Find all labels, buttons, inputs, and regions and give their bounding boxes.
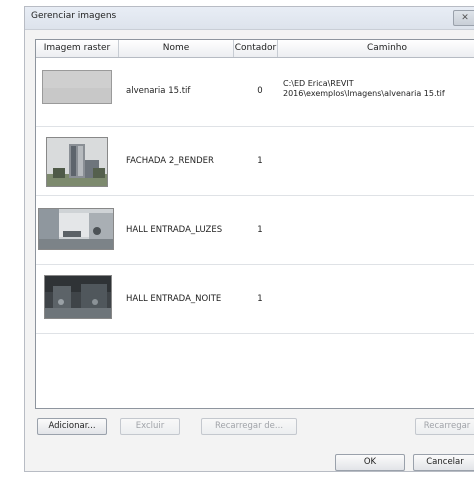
table-header: Imagem raster Nome Contador Caminho	[36, 40, 474, 58]
cancel-button[interactable]: Cancelar	[413, 454, 474, 471]
add-button[interactable]: Adicionar...	[37, 418, 107, 435]
title-bar: Gerenciar imagens ✕	[25, 7, 474, 30]
lit-hall-thumbnail	[38, 208, 114, 250]
image-path: C:\ED Erica\REVIT 2016\exemplos\Imagens\…	[283, 79, 445, 98]
night-hall-thumbnail	[44, 275, 112, 319]
delete-button[interactable]: Excluir	[120, 418, 180, 435]
reload-button[interactable]: Recarregar	[415, 418, 474, 435]
manage-images-dialog: Gerenciar imagens ✕ Imagem raster Nome C…	[24, 6, 474, 472]
table-row[interactable]: HALL ENTRADA_NOITE 1	[36, 265, 474, 334]
image-name: HALL ENTRADA_LUZES	[126, 225, 223, 235]
column-header-count[interactable]: Contador	[234, 40, 278, 57]
table-row[interactable]: alvenaria 15.tif 0 C:\ED Erica\REVIT 201…	[36, 58, 474, 127]
image-count: 1	[257, 294, 263, 304]
table-row[interactable]: HALL ENTRADA_LUZES 1	[36, 196, 474, 265]
close-icon[interactable]: ✕	[453, 10, 474, 26]
reload-from-button[interactable]: Recarregar de...	[201, 418, 297, 435]
image-count: 1	[257, 156, 263, 166]
column-header-raster-image[interactable]: Imagem raster	[36, 40, 119, 57]
image-name: alvenaria 15.tif	[126, 86, 191, 96]
column-header-name[interactable]: Nome	[119, 40, 234, 57]
table-row[interactable]: FACHADA 2_RENDER 1	[36, 127, 474, 196]
image-name: HALL ENTRADA_NOITE	[126, 294, 222, 304]
image-count: 1	[257, 225, 263, 235]
ok-button[interactable]: OK	[335, 454, 405, 471]
dialog-title: Gerenciar imagens	[31, 11, 117, 21]
column-header-path[interactable]: Caminho	[278, 40, 474, 57]
image-name: FACHADA 2_RENDER	[126, 156, 214, 166]
image-count: 0	[257, 86, 263, 96]
images-list[interactable]: Imagem raster Nome Contador Caminho alve…	[35, 39, 474, 409]
blank-gray-thumbnail	[42, 70, 112, 104]
building-render-thumbnail	[46, 137, 108, 187]
